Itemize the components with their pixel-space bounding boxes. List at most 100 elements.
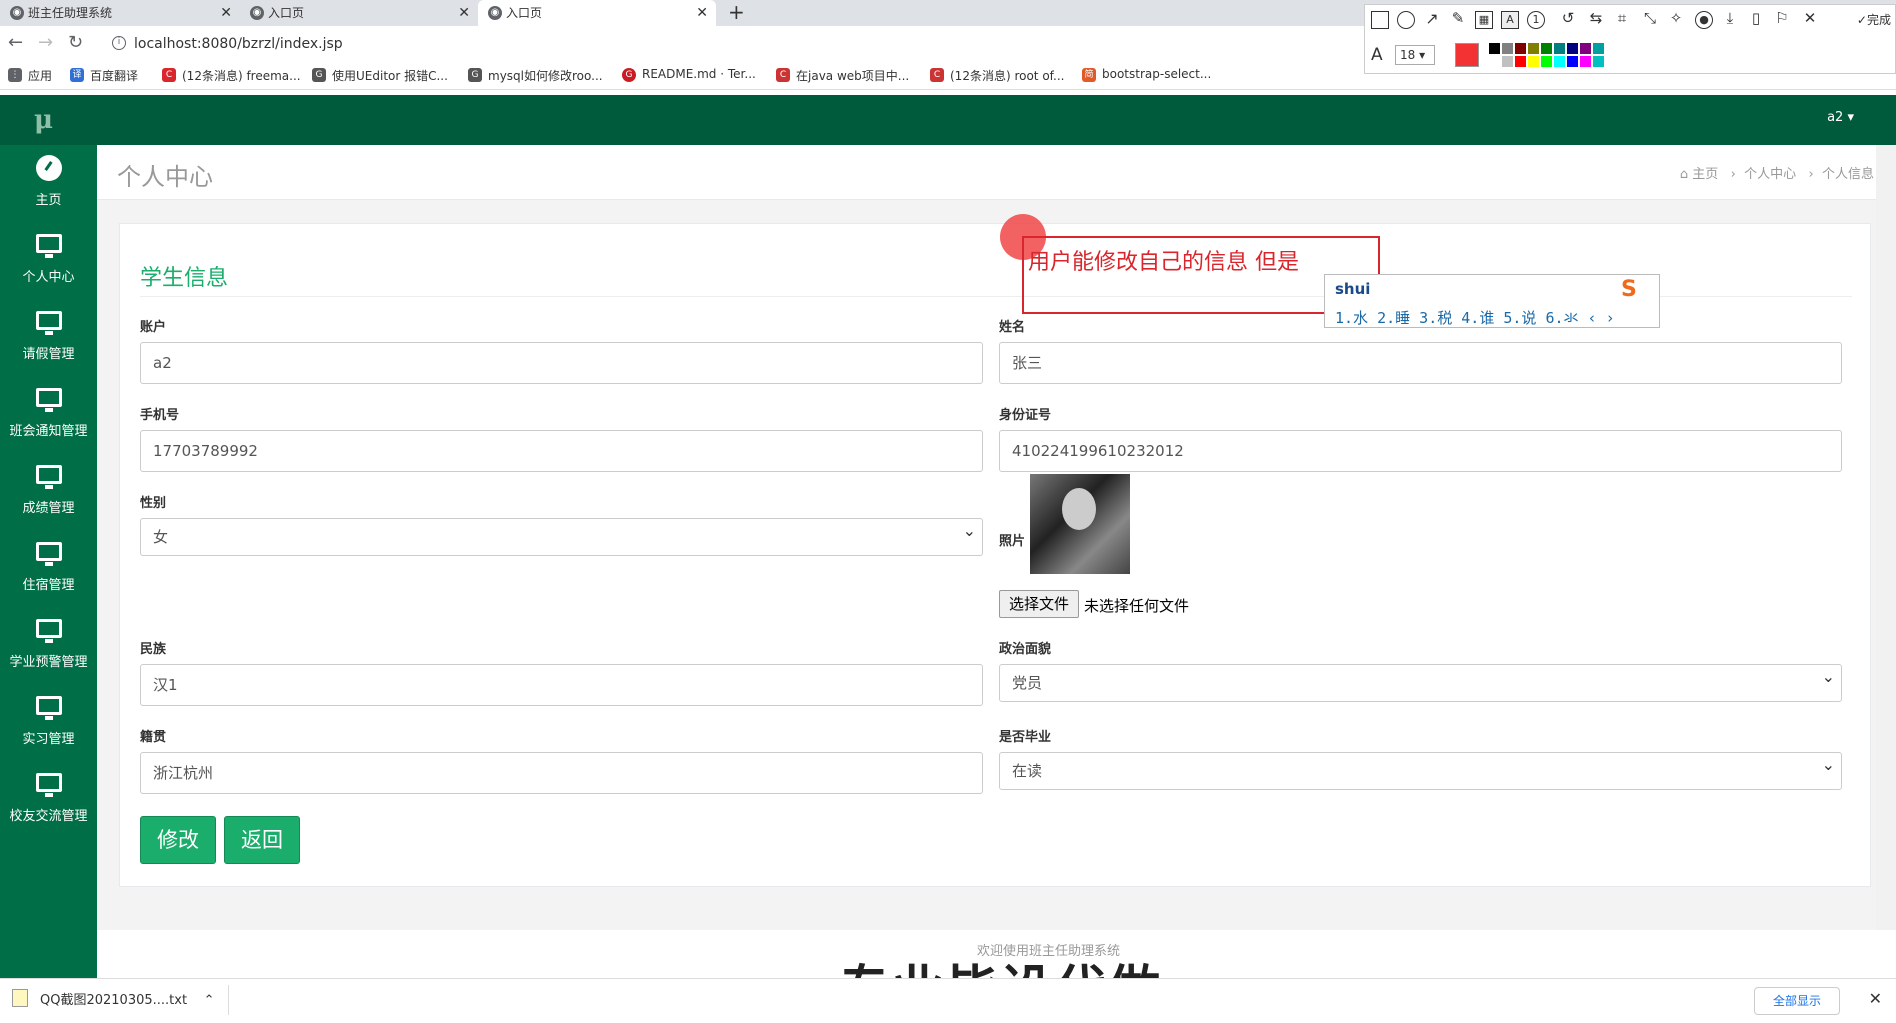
ellipse-tool-icon[interactable] (1397, 11, 1415, 29)
sidebar-item-home[interactable]: 主页 (0, 145, 97, 222)
bookmark-item[interactable]: C (12条消息) root of... (930, 67, 1064, 84)
ethnic-label: 民族 (140, 642, 167, 657)
sidebar-item-meeting[interactable]: 班会通知管理 (0, 376, 97, 453)
done-button[interactable]: ✓完成 (1857, 11, 1891, 28)
color-swatch[interactable] (1593, 43, 1604, 54)
bookmark-icon: G (468, 68, 482, 82)
translate-icon: 译 (70, 68, 84, 82)
scrollbar[interactable] (1876, 145, 1896, 930)
ethnic-input[interactable]: 汉1 (140, 664, 983, 706)
color-swatch[interactable] (1580, 43, 1591, 54)
color-swatch[interactable] (1580, 56, 1591, 67)
chevron-right-icon: › (1800, 167, 1822, 182)
hometown-input[interactable]: 浙江杭州 (140, 752, 983, 794)
browser-tab-2[interactable]: ◉ 入口页 ✕ (240, 0, 478, 26)
download-icon[interactable]: ⤓ (1721, 11, 1739, 29)
ocr-tool-icon[interactable]: ⌗ (1613, 11, 1631, 29)
color-swatch[interactable] (1528, 56, 1539, 67)
ime-candidates[interactable]: 1.水 2.睡 3.税 4.谁 5.说 6.氺 ‹ › (1335, 307, 1615, 328)
sidebar-item-internship[interactable]: 实习管理 (0, 684, 97, 761)
bookmark-item[interactable]: 译百度翻译 (70, 67, 138, 84)
color-swatch[interactable] (1567, 56, 1578, 67)
color-swatch[interactable] (1554, 56, 1565, 67)
politics-select[interactable]: 党员 (999, 659, 1842, 702)
back-button[interactable]: 返回 (224, 816, 300, 864)
hometown-label: 籍贯 (140, 730, 167, 745)
file-status: 未选择任何文件 (1084, 597, 1190, 615)
color-swatch[interactable] (1541, 43, 1552, 54)
color-swatch[interactable] (1567, 43, 1578, 54)
sidebar-item-warning[interactable]: 学业预警管理 (0, 607, 97, 684)
sidebar-item-dorm[interactable]: 住宿管理 (0, 530, 97, 607)
show-all-button[interactable]: 全部显示 (1754, 987, 1840, 1015)
bookmark-item[interactable]: Gmysql如何修改roo... (468, 67, 603, 84)
chevron-up-icon[interactable]: ⌃ (191, 993, 215, 1008)
url-field[interactable]: i localhost:8080/bzrzl/index.jsp (110, 32, 1350, 56)
color-swatch[interactable] (1593, 56, 1604, 67)
number-tool-icon[interactable]: 1 (1527, 11, 1545, 29)
color-swatch[interactable] (1502, 43, 1513, 54)
screen-record-icon[interactable]: ✧ (1667, 11, 1685, 29)
idcard-input[interactable]: 410224199610232012 (999, 430, 1842, 472)
color-swatch[interactable] (1502, 56, 1513, 67)
pin-tool-icon[interactable]: ⤡ (1641, 11, 1659, 29)
color-swatch[interactable] (1515, 43, 1526, 54)
name-input[interactable]: 张三 (999, 342, 1842, 384)
bookmark-item[interactable]: C (12条消息) freema... (162, 67, 301, 84)
mosaic-tool-icon[interactable]: ▦ (1475, 11, 1493, 29)
close-tab-icon[interactable]: ✕ (458, 0, 470, 26)
bookmark-item[interactable]: 简 bootstrap-select... (1082, 67, 1211, 82)
home-icon: ⌂ (1679, 167, 1693, 182)
color-swatch[interactable] (1554, 43, 1565, 54)
undo-icon[interactable]: ↺ (1559, 11, 1577, 29)
user-menu[interactable]: a2 ▾ (1827, 110, 1854, 125)
translate-tool-icon[interactable]: ⇆ (1587, 11, 1605, 29)
pen-tool-icon[interactable]: ✎ (1449, 11, 1467, 29)
forward-icon[interactable]: → (38, 32, 53, 53)
choose-file-button[interactable]: 选择文件 (999, 590, 1079, 618)
url-text: localhost:8080/bzrzl/index.jsp (134, 36, 343, 52)
sidebar-item-profile[interactable]: 个人中心 (0, 222, 97, 299)
font-size-select[interactable]: 18 ▾ (1395, 45, 1435, 65)
bookmark-item[interactable]: G 使用UEditor 报错C... (312, 67, 448, 84)
record-icon[interactable]: ● (1695, 11, 1713, 29)
bookmark-item[interactable]: G README.md · Ter... (622, 67, 756, 82)
text-tool-icon[interactable]: A (1501, 11, 1519, 29)
gender-select[interactable]: 女 (140, 513, 983, 556)
graduated-select[interactable]: 在读 (999, 747, 1842, 790)
browser-tab-1[interactable]: ◉ 班主任助理系统 ✕ (0, 0, 240, 26)
reload-icon[interactable]: ↻ (68, 32, 83, 53)
screenshot-toolbar: ↗ ✎ ▦ A 1 ↺ ⇆ ⌗ ⤡ ✧ ● ⤓ ▯ ⚐ ✕ ✓完成 A 18 ▾ (1364, 4, 1896, 74)
close-tab-icon[interactable]: ✕ (696, 0, 708, 26)
current-color-swatch[interactable] (1455, 43, 1479, 67)
account-input[interactable]: a2 (140, 342, 983, 384)
new-tab-button[interactable]: + (728, 0, 745, 24)
globe-icon: ◉ (488, 6, 502, 20)
color-swatch[interactable] (1541, 56, 1552, 67)
breadcrumb-profile[interactable]: 个人中心 (1744, 167, 1796, 182)
bookmark-tool-icon[interactable]: ⚐ (1773, 11, 1791, 29)
breadcrumb-home[interactable]: 主页 (1692, 167, 1718, 182)
phone-icon[interactable]: ▯ (1747, 11, 1765, 29)
info-icon[interactable]: i (112, 36, 126, 50)
rectangle-tool-icon[interactable] (1371, 11, 1389, 29)
bookmark-apps[interactable]: ⋮ 应用 (8, 67, 52, 84)
download-item[interactable]: QQ截图20210305....txt ⌃ (12, 989, 215, 1008)
close-icon[interactable]: ✕ (1801, 11, 1819, 29)
politics-label: 政治面貌 (999, 642, 1052, 657)
sidebar-item-leave[interactable]: 请假管理 (0, 299, 97, 376)
sidebar-item-grades[interactable]: 成绩管理 (0, 453, 97, 530)
arrow-tool-icon[interactable]: ↗ (1423, 11, 1441, 29)
bookmark-item[interactable]: C 在java web项目中... (776, 67, 909, 84)
color-swatch[interactable] (1489, 56, 1500, 67)
color-swatch[interactable] (1515, 56, 1526, 67)
edit-button[interactable]: 修改 (140, 816, 216, 864)
color-swatch[interactable] (1528, 43, 1539, 54)
browser-tab-3[interactable]: ◉ 入口页 ✕ (478, 0, 716, 26)
color-swatch[interactable] (1489, 43, 1500, 54)
back-icon[interactable]: ← (8, 32, 23, 53)
sidebar-item-alumni[interactable]: 校友交流管理 (0, 761, 97, 838)
phone-input[interactable]: 17703789992 (140, 430, 983, 472)
close-tab-icon[interactable]: ✕ (220, 0, 232, 26)
close-icon[interactable]: ✕ (1869, 989, 1882, 1008)
